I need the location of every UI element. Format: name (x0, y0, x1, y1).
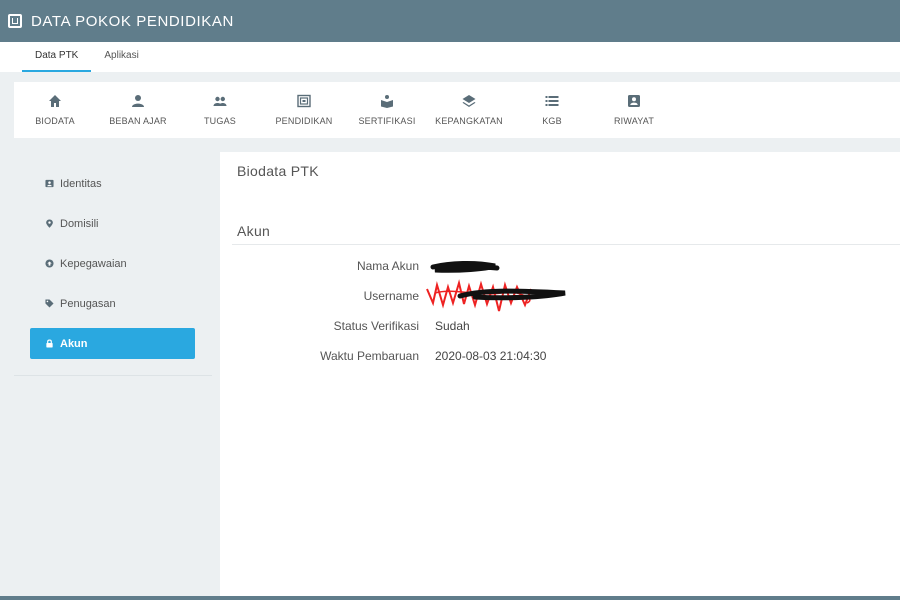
menu-item-sertifikasi[interactable]: SERTIFIKASI (342, 82, 432, 138)
menu-item-label: SERTIFIKASI (358, 116, 416, 126)
menu-item-pendidikan[interactable]: PENDIDIKAN (259, 82, 349, 138)
tab-aplikasi[interactable]: Aplikasi (91, 42, 151, 72)
field-row: Nama Akun (220, 259, 900, 275)
lock-icon (46, 339, 53, 348)
tag-icon (45, 299, 54, 308)
person-icon (132, 95, 144, 107)
sidebar-item-identitas[interactable]: Identitas (30, 168, 195, 199)
map-marker-icon (46, 219, 53, 228)
list-icon (545, 96, 559, 106)
menu-item-label: BEBAN AJAR (109, 116, 167, 126)
field-label: Nama Akun (356, 259, 419, 273)
sidebar-item-akun[interactable]: Akun (30, 328, 195, 359)
sidebar-item-kepegawaian[interactable]: Kepegawaian (30, 248, 195, 279)
menu-item-biodata[interactable]: BIODATA (10, 82, 100, 138)
field-label: Username (363, 289, 419, 303)
field-row: Username (220, 279, 900, 312)
menu-item-tugas[interactable]: TUGAS (175, 82, 265, 138)
sidebar-item-domisili[interactable]: Domisili (30, 208, 195, 239)
circle-arrow-icon (45, 259, 54, 268)
section-divider (232, 244, 900, 245)
menu-item-label: RIWAYAT (613, 116, 655, 126)
home-icon (49, 95, 61, 107)
people-icon (213, 96, 227, 106)
menu-item-label: PENDIDIKAN (275, 116, 333, 126)
menu-item-label: KEPANGKATAN (435, 116, 503, 126)
sidebar-divider (14, 375, 212, 376)
menu-item-riwayat[interactable]: RIWAYAT (589, 82, 679, 138)
open-book-icon (381, 95, 393, 108)
main-panel: Biodata PTK Akun Nama Akun Username Stat… (220, 152, 900, 596)
field-row: Status Verifikasi Sudah (220, 319, 900, 335)
layers-icon (462, 95, 476, 107)
page-title: Biodata PTK (237, 163, 319, 179)
footer-bar (0, 596, 900, 600)
tab-bar: Data PTK Aplikasi (0, 42, 900, 72)
sidebar-item-penugasan[interactable]: Penugasan (30, 288, 195, 319)
menu-item-label: KGB (542, 116, 562, 126)
field-row: Waktu Pembaruan 2020-08-03 21:04:30 (220, 349, 900, 365)
tab-data-ptk[interactable]: Data PTK (22, 42, 92, 72)
field-value-waktu-pembaruan: 2020-08-03 21:04:30 (435, 349, 547, 363)
id-badge-icon (628, 95, 640, 107)
menu-item-label: BIODATA (35, 116, 75, 126)
field-value-status-verifikasi: Sudah (435, 319, 470, 333)
menu-item-kepangkatan[interactable]: KEPANGKATAN (424, 82, 514, 138)
field-label: Waktu Pembaruan (320, 349, 419, 363)
menu-item-kgb[interactable]: KGB (507, 82, 597, 138)
top-bar: DATA POKOK PENDIDIKAN (0, 0, 900, 42)
section-menu: BIODATA BEBAN AJAR TUGAS PENDIDIKAN SERT… (14, 82, 900, 138)
app-logo-icon (8, 14, 22, 28)
sidebar-item-label: Identitas (60, 177, 102, 190)
certificate-frame-icon (297, 94, 311, 108)
id-card-icon (45, 179, 54, 188)
app-title: DATA POKOK PENDIDIKAN (31, 12, 234, 30)
sidebar-item-label: Domisili (60, 217, 99, 230)
redaction-mark (430, 261, 500, 273)
menu-item-label: TUGAS (203, 116, 236, 126)
menu-item-beban-ajar[interactable]: BEBAN AJAR (93, 82, 183, 138)
sidebar-item-label: Kepegawaian (60, 257, 127, 270)
sidebar-item-label: Penugasan (60, 297, 116, 310)
field-label: Status Verifikasi (333, 319, 419, 333)
sidebar: Identitas Domisili Kepegawaian Penugasan… (14, 150, 212, 376)
sidebar-item-label: Akun (60, 337, 88, 350)
redaction-mark (426, 279, 566, 312)
section-title: Akun (237, 223, 271, 239)
